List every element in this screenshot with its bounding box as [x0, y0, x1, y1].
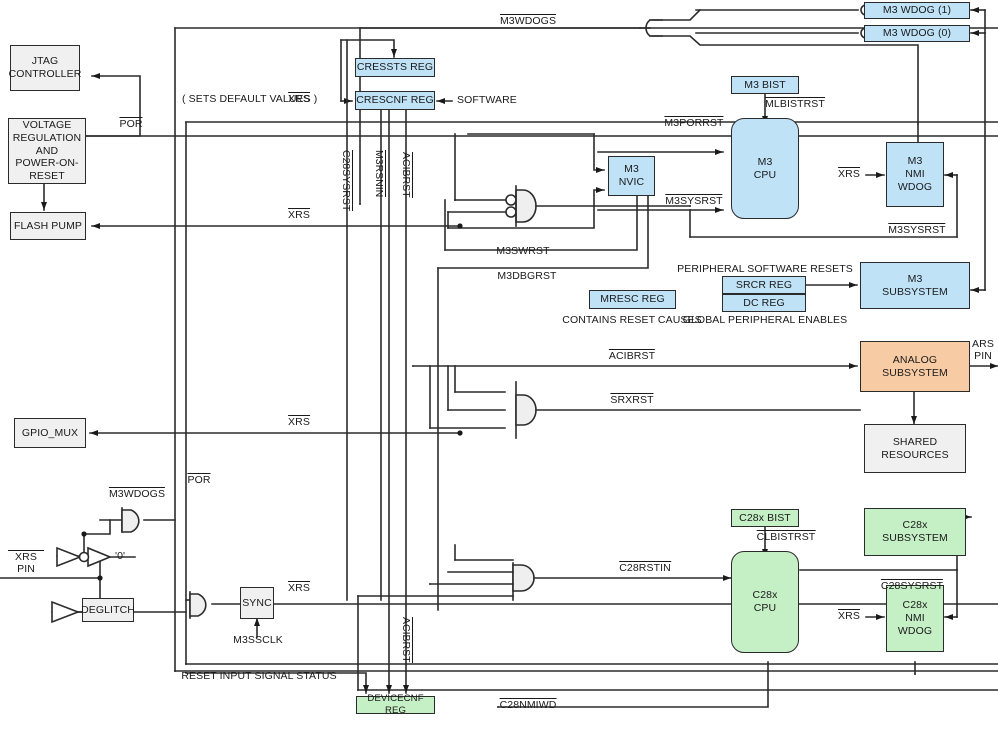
block-label: CRESSTS REG: [356, 61, 434, 74]
block-label: JTAG CONTROLLER: [8, 55, 82, 80]
signal-m3wdogs-top: M3WDOGS: [499, 14, 557, 27]
signal-software: SOFTWARE: [457, 94, 517, 106]
block-label: M3 WDOG (1): [882, 4, 952, 17]
signal-acibrst-vertical-bottom: ACIBRST: [400, 617, 412, 663]
note-global-peripheral-enables: GLOBAL PERIPHERAL ENABLES: [682, 314, 848, 326]
block-c28x-subsystem[interactable]: C28x SUBSYSTEM: [864, 508, 966, 556]
block-label: MRESC REG: [600, 293, 665, 306]
signal-xrs-c28nmi: XRS: [838, 609, 860, 622]
block-label: GPIO_MUX: [21, 426, 79, 439]
signal-por-bottom: POR: [187, 473, 211, 486]
block-label: C28x BIST: [739, 511, 791, 524]
signal-c28nmiwd: C28NMIWD: [499, 698, 557, 711]
signal-m3porrst: M3PORRST: [664, 116, 724, 129]
block-analog-subsystem[interactable]: ANALOG SUBSYSTEM: [860, 341, 970, 392]
signal-m3sysrst-right: M3SYSRST: [888, 223, 947, 236]
note-reset-input-signal-status: RESET INPUT SIGNAL STATUS: [181, 670, 337, 682]
block-label: FLASH PUMP: [13, 219, 83, 232]
block-label: M3 SUBSYSTEM: [882, 272, 948, 298]
block-label: M3 WDOG (0): [882, 27, 952, 40]
block-label: M3 CPU: [753, 155, 777, 181]
signal-por-left: POR: [119, 117, 143, 130]
block-label: SRCR REG: [735, 278, 793, 291]
label-logic-zero: '0': [115, 550, 126, 562]
reset-block-diagram: JTAG CONTROLLER VOLTAGE REGULATION AND POWER…: [0, 0, 998, 733]
block-label: SYNC: [242, 596, 272, 609]
block-label: C28x NMI WDOG: [897, 599, 933, 637]
signal-acibrst-vertical-top: ACIBRST: [400, 152, 412, 198]
signal-m3swrst: M3SWRST: [496, 245, 550, 257]
note-contains-reset-causes: CONTAINS RESET CAUSES: [562, 314, 702, 326]
block-label: ANALOG SUBSYSTEM: [882, 353, 948, 379]
block-label: VOLTAGE REGULATION AND POWER-ON-RESET: [12, 119, 82, 183]
block-label: DC REG: [743, 296, 785, 309]
signal-mlbistrst: MLBISTRST: [765, 97, 825, 110]
signal-c28rstin: C28RSTIN: [619, 561, 671, 574]
block-m3-wdog-1[interactable]: M3 WDOG (1): [864, 2, 970, 19]
block-label: C28x SUBSYSTEM: [882, 519, 948, 544]
diagram-wires: [0, 4, 998, 708]
block-c28x-nmi-wdog[interactable]: C28x NMI WDOG: [886, 585, 944, 652]
signal-m3ssclk: M3SSCLK: [233, 634, 283, 646]
note-peripheral-software-resets: PERIPHERAL SOFTWARE RESETS: [677, 263, 853, 275]
block-label: DEVICECNF REG: [367, 693, 424, 716]
signal-srxrst-line: SRXRST: [610, 393, 654, 406]
block-m3-nmi-wdog[interactable]: M3 NMI WDOG: [886, 142, 944, 207]
block-label: M3 NVIC: [618, 163, 645, 188]
block-flash-pump[interactable]: FLASH PUMP: [10, 212, 86, 240]
block-label: SHARED RESOURCES: [881, 435, 949, 461]
signal-xrs-default: XRS: [288, 92, 310, 105]
signal-m3rsnin-vertical: M3RSNIN: [373, 150, 385, 198]
block-c28x-cpu[interactable]: C28x CPU: [731, 551, 799, 653]
signal-c28sysrst-vertical: C28SYSRST: [340, 150, 352, 212]
block-jtag-controller[interactable]: JTAG CONTROLLER: [8, 45, 82, 91]
block-mresc-reg[interactable]: MRESC REG: [589, 290, 676, 309]
signal-xrs-flash: XRS: [288, 208, 310, 221]
block-dc-reg[interactable]: DC REG: [722, 294, 806, 312]
signal-acibrst-line: ACIBRST: [608, 349, 656, 362]
block-cressts-reg[interactable]: CRESSTS REG: [355, 58, 435, 77]
block-label: C28x CPU: [752, 589, 778, 614]
signal-m3sysrst-cpu: M3SYSRST: [665, 194, 724, 207]
block-m3-cpu[interactable]: M3 CPU: [731, 118, 799, 219]
signal-xrs-gpio: XRS: [288, 415, 310, 428]
block-crescnf-reg[interactable]: CRESCNF REG: [355, 91, 435, 110]
block-c28x-bist[interactable]: C28x BIST: [731, 509, 799, 527]
signal-c28sysrst-right: C28SYSRST: [880, 579, 944, 592]
block-sync[interactable]: SYNC: [240, 587, 274, 619]
block-label: DEGLITCH: [81, 603, 135, 616]
block-label: M3 BIST: [744, 78, 786, 91]
signal-clbistrst: CLBISTRST: [756, 530, 816, 543]
block-label: CRESCNF REG: [356, 94, 434, 107]
block-srcr-reg[interactable]: SRCR REG: [722, 276, 806, 294]
block-m3-bist[interactable]: M3 BIST: [731, 76, 799, 94]
block-shared-resources[interactable]: SHARED RESOURCES: [864, 424, 966, 473]
label-ars-pin: ARS PIN: [972, 338, 994, 362]
signal-xrs-sync: XRS: [288, 581, 310, 594]
signal-xrs-m3nmi: XRS: [838, 167, 860, 180]
block-devicecnf-reg[interactable]: DEVICECNF REG: [356, 693, 435, 716]
signal-m3dbgrst: M3DBGRST: [497, 270, 557, 282]
signal-m3wdogs-left: M3WDOGS: [108, 487, 166, 500]
block-deglitch[interactable]: DEGLITCH: [81, 598, 135, 622]
block-m3-wdog-0[interactable]: M3 WDOG (0): [864, 25, 970, 42]
block-gpio-mux[interactable]: GPIO_MUX: [14, 418, 86, 448]
block-label: M3 NMI WDOG: [897, 155, 933, 193]
block-voltage-regulation[interactable]: VOLTAGE REGULATION AND POWER-ON-RESET: [8, 118, 86, 184]
label-xrs-pin: XRS PIN: [8, 550, 44, 575]
block-m3-nvic[interactable]: M3 NVIC: [608, 156, 655, 196]
block-m3-subsystem[interactable]: M3 SUBSYSTEM: [860, 262, 970, 309]
